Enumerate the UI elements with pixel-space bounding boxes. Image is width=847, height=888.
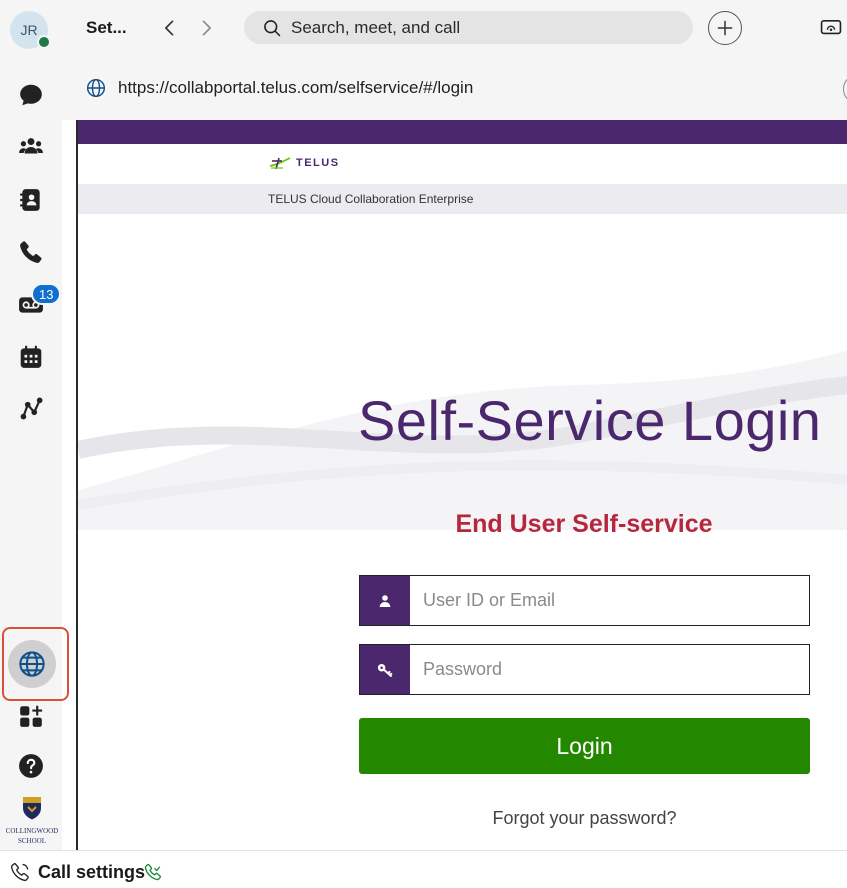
rail-item-add-apps[interactable] — [13, 698, 49, 734]
voicemail-count-badge: 13 — [31, 283, 62, 305]
forward-button[interactable] — [194, 16, 218, 40]
new-action-button[interactable] — [708, 11, 742, 45]
contacts-icon — [20, 189, 40, 211]
call-settings-label[interactable]: Call settings — [38, 862, 145, 883]
key-icon-box — [360, 645, 410, 694]
help-icon — [19, 754, 43, 778]
rail-item-teams[interactable] — [13, 129, 49, 165]
top-bar: Set... Search, meet, and call — [62, 0, 847, 58]
phone-icon — [20, 241, 42, 263]
product-name: TELUS Cloud Collaboration Enterprise — [268, 192, 474, 206]
username-input[interactable] — [410, 576, 809, 625]
teams-icon — [19, 138, 43, 154]
screen-share-icon[interactable] — [820, 19, 842, 37]
password-field — [359, 644, 810, 695]
password-input[interactable] — [410, 645, 809, 694]
rail-item-help[interactable] — [13, 748, 49, 784]
presence-indicator — [37, 35, 51, 49]
address-bar: https://collabportal.telus.com/selfservi… — [62, 58, 847, 120]
calendar-icon — [20, 345, 42, 368]
telus-wordmark: TELUS — [296, 157, 340, 169]
chevron-right-icon — [202, 20, 211, 36]
rail-item-contacts[interactable] — [13, 182, 49, 218]
rail-item-connections[interactable] — [13, 391, 49, 427]
search-icon — [264, 19, 281, 36]
telus-header-bar — [78, 120, 847, 144]
left-navigation-rail: JR 13 COLLINGWOOD SCHOOL — [0, 0, 69, 850]
avatar[interactable]: JR — [10, 11, 51, 49]
product-name-bar: TELUS Cloud Collaboration Enterprise — [78, 184, 847, 214]
telus-logo[interactable]: TELUS — [268, 156, 340, 170]
status-bar: Call settings — [0, 850, 847, 888]
key-icon — [377, 663, 393, 677]
collingwood-school-logo[interactable]: COLLINGWOOD SCHOOL — [4, 796, 60, 845]
call-settings-icon[interactable] — [10, 862, 30, 882]
back-button[interactable] — [158, 16, 182, 40]
plus-icon — [717, 20, 733, 36]
school-crest-icon — [23, 797, 41, 820]
school-name-line1: COLLINGWOOD — [5, 827, 59, 835]
telus-mark-icon — [269, 157, 291, 170]
connections-icon — [20, 397, 43, 420]
login-button[interactable]: Login — [359, 718, 810, 774]
login-subtitle: End User Self-service — [455, 510, 713, 538]
url-text[interactable]: https://collabportal.telus.com/selfservi… — [118, 78, 473, 98]
globe-icon — [19, 651, 45, 677]
search-placeholder: Search, meet, and call — [291, 17, 461, 37]
call-connected-icon — [144, 863, 161, 881]
telus-brand-row: TELUS — [78, 144, 847, 184]
embedded-web-page: TELUS TELUS Cloud Collaboration Enterpri… — [76, 120, 847, 850]
page-options-button[interactable] — [843, 74, 847, 104]
avatar-initials: JR — [20, 22, 38, 38]
chat-icon — [20, 84, 42, 106]
apps-icon — [20, 705, 43, 727]
user-icon — [379, 594, 391, 607]
chevron-left-icon — [165, 20, 174, 36]
rail-item-calendar[interactable] — [13, 339, 49, 375]
rail-item-web-app[interactable] — [8, 640, 56, 688]
current-space-title[interactable]: Set... — [86, 18, 127, 38]
globe-icon — [86, 78, 106, 98]
rail-item-messaging[interactable] — [13, 77, 49, 113]
rail-item-calling[interactable] — [13, 234, 49, 270]
username-field — [359, 575, 810, 626]
forgot-password-link[interactable]: Forgot your password? — [359, 808, 810, 829]
page-title: Self-Service Login — [358, 389, 822, 452]
search-bar[interactable]: Search, meet, and call — [244, 11, 693, 44]
user-icon-box — [360, 576, 410, 625]
school-name-line2: SCHOOL — [17, 837, 46, 845]
webex-app-window: JR 13 COLLINGWOOD SCHOOL Set... Search, … — [0, 0, 847, 888]
